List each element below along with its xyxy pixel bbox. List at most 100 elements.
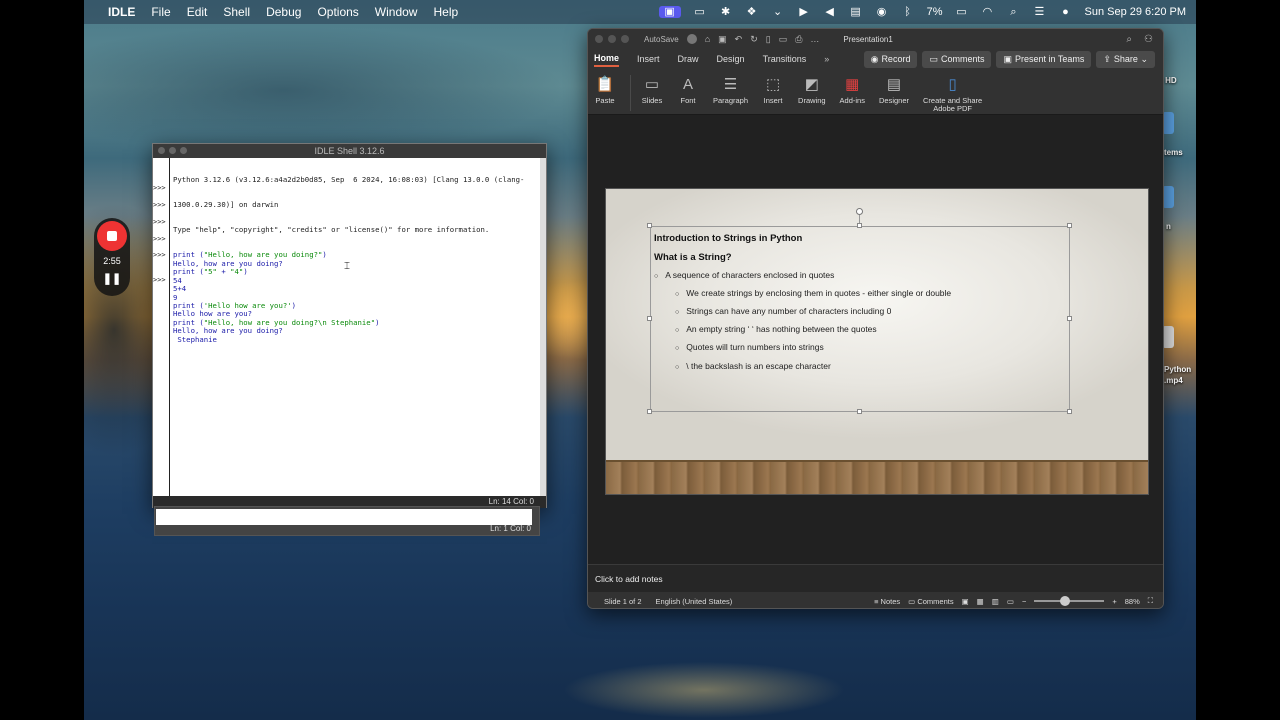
minimize-dot-icon[interactable]	[608, 35, 616, 43]
idle-title-bar[interactable]: IDLE Shell 3.12.6	[153, 144, 546, 158]
menu-options[interactable]: Options	[317, 5, 358, 19]
zoom-level[interactable]: 88%	[1125, 597, 1140, 606]
display-icon[interactable]: ▭	[693, 6, 707, 18]
save-icon[interactable]: ▣	[718, 34, 727, 45]
mirror-icon[interactable]: ▤	[849, 6, 863, 18]
scrollbar[interactable]	[540, 158, 546, 496]
desktop-item-label[interactable]: Python	[1164, 365, 1191, 374]
notes-pane[interactable]: Click to add notes	[588, 564, 1163, 592]
clock[interactable]: Sun Sep 29 6:20 PM	[1084, 6, 1186, 18]
comments-button[interactable]: ▭ Comments	[922, 51, 992, 68]
idle-second-window[interactable]: Ln: 1 Col: 0	[154, 506, 540, 536]
desktop-item-label[interactable]: n	[1166, 222, 1171, 231]
resize-handle[interactable]	[1067, 409, 1072, 414]
menu-edit[interactable]: Edit	[187, 5, 208, 19]
zoom-slider[interactable]	[1034, 596, 1105, 606]
slide-canvas[interactable]: Introduction to Strings in Python What i…	[588, 115, 1163, 564]
resize-handle[interactable]	[1067, 316, 1072, 321]
stop-recording-icon[interactable]	[97, 221, 127, 251]
pause-icon[interactable]: ❚❚	[94, 272, 130, 285]
airdrop-icon[interactable]: ◉	[875, 6, 889, 18]
minimize-dot-icon[interactable]	[169, 147, 176, 154]
print-icon[interactable]: ⎙	[795, 34, 802, 45]
wifi-icon[interactable]: ◠	[980, 6, 994, 18]
bluetooth-icon[interactable]: ᛒ	[901, 6, 915, 18]
shell-text[interactable]: Python 3.12.6 (v3.12.6:a4a2d2b0d85, Sep …	[173, 159, 524, 352]
menu-window[interactable]: Window	[375, 5, 418, 19]
resize-handle[interactable]	[647, 316, 652, 321]
record-button[interactable]: ◉ Record	[863, 51, 918, 68]
new-icon[interactable]: ▯	[766, 34, 771, 45]
slides-group[interactable]: ▭ Slides	[641, 71, 663, 114]
search-icon[interactable]: ⌕	[1126, 34, 1132, 45]
close-dot-icon[interactable]	[158, 147, 165, 154]
font-group[interactable]: A Font	[677, 71, 699, 114]
resize-handle[interactable]	[647, 223, 652, 228]
idle-shell-window[interactable]: IDLE Shell 3.12.6 >>> >>> >>> >>> >>> >>> Pyt…	[152, 143, 547, 508]
normal-view-icon[interactable]: ▣	[962, 597, 969, 606]
open-icon[interactable]: ▭	[779, 34, 788, 45]
window-controls[interactable]	[158, 147, 187, 154]
language[interactable]: English (United States)	[656, 597, 733, 606]
menu-file[interactable]: File	[151, 5, 170, 19]
designer-group[interactable]: ▤ Designer	[879, 71, 909, 114]
zoom-knob[interactable]	[1060, 596, 1071, 606]
zoom-dot-icon[interactable]	[621, 35, 629, 43]
add-ins-group[interactable]: ▦ Add-ins	[840, 71, 865, 114]
idle-editor[interactable]: >>> >>> >>> >>> >>> >>> Python 3.12.6 (v3.12.…	[153, 158, 546, 496]
tab-insert[interactable]: Insert	[637, 54, 660, 66]
autosave-toggle[interactable]	[686, 34, 697, 44]
tab-transitions[interactable]: Transitions	[763, 54, 807, 66]
idle-second-editor[interactable]	[156, 509, 532, 525]
insert-group[interactable]: ⬚ Insert	[762, 71, 784, 114]
slide[interactable]: Introduction to Strings in Python What i…	[605, 188, 1149, 495]
resize-handle[interactable]	[1067, 223, 1072, 228]
rotate-handle-icon[interactable]	[856, 208, 863, 215]
redo-icon[interactable]: ↻	[750, 34, 758, 45]
screen-record-icon[interactable]: ▣	[658, 6, 681, 18]
window-controls[interactable]	[595, 35, 629, 43]
settings-gear-icon[interactable]: ✱	[719, 6, 733, 18]
paragraph-group[interactable]: ☰ Paragraph	[713, 71, 748, 114]
zoom-in-icon[interactable]: +	[1112, 597, 1116, 606]
undo-icon[interactable]: ↶	[735, 34, 743, 45]
resize-handle[interactable]	[647, 409, 652, 414]
menu-help[interactable]: Help	[433, 5, 458, 19]
zoom-dot-icon[interactable]	[180, 147, 187, 154]
paste-group[interactable]: 📋 Paste	[594, 71, 616, 114]
resize-handle[interactable]	[857, 409, 862, 414]
powerpoint-window[interactable]: AutoSave ⌂ ▣ ↶ ↻ ▯ ▭ ⎙ … Presentation1 ⌕…	[587, 28, 1164, 609]
slideshow-icon[interactable]: ▭	[1007, 597, 1014, 606]
ppt-title-bar[interactable]: AutoSave ⌂ ▣ ↶ ↻ ▯ ▭ ⎙ … Presentation1 ⌕…	[588, 29, 1163, 49]
siri-icon[interactable]: ●	[1058, 6, 1072, 18]
account-icon[interactable]: ⚇	[1144, 34, 1153, 45]
drawing-group[interactable]: ◩ Drawing	[798, 71, 826, 114]
tab-home[interactable]: Home	[594, 53, 620, 67]
reading-view-icon[interactable]: ▥	[992, 597, 999, 606]
play-icon[interactable]: ▶	[797, 6, 811, 18]
menu-debug[interactable]: Debug	[266, 5, 301, 19]
battery-icon[interactable]: ▭	[954, 6, 968, 18]
fit-slide-icon[interactable]: ⛶	[1148, 596, 1153, 606]
more-tabs-icon[interactable]: »	[824, 54, 829, 66]
menu-app-name[interactable]: IDLE	[108, 5, 135, 19]
dropbox-icon[interactable]: ❖	[745, 6, 759, 18]
tab-design[interactable]: Design	[717, 54, 745, 66]
volume-icon[interactable]: ◀	[823, 6, 837, 18]
present-in-teams-button[interactable]: ▣ Present in Teams	[996, 51, 1092, 68]
menu-shell[interactable]: Shell	[223, 5, 250, 19]
zoom-out-icon[interactable]: −	[1022, 597, 1026, 606]
tab-draw[interactable]: Draw	[678, 54, 699, 66]
desktop-item-label[interactable]: .mp4	[1164, 376, 1183, 385]
search-icon[interactable]: ⌕	[1006, 6, 1020, 18]
chevron-icon[interactable]: ⌄	[771, 6, 785, 18]
home-icon[interactable]: ⌂	[705, 34, 710, 44]
desktop-item-label[interactable]: tems	[1164, 148, 1183, 157]
notes-button[interactable]: ≡ Notes	[874, 597, 900, 606]
share-button[interactable]: ⇪ Share ⌄	[1096, 51, 1155, 68]
comments-status-button[interactable]: ▭ Comments	[908, 597, 953, 606]
adobe-pdf-group[interactable]: ▯ Create and Share Adobe PDF	[923, 71, 982, 114]
close-dot-icon[interactable]	[595, 35, 603, 43]
slide-sorter-icon[interactable]: ▦	[977, 597, 984, 606]
control-center-icon[interactable]: ☰	[1032, 6, 1046, 18]
